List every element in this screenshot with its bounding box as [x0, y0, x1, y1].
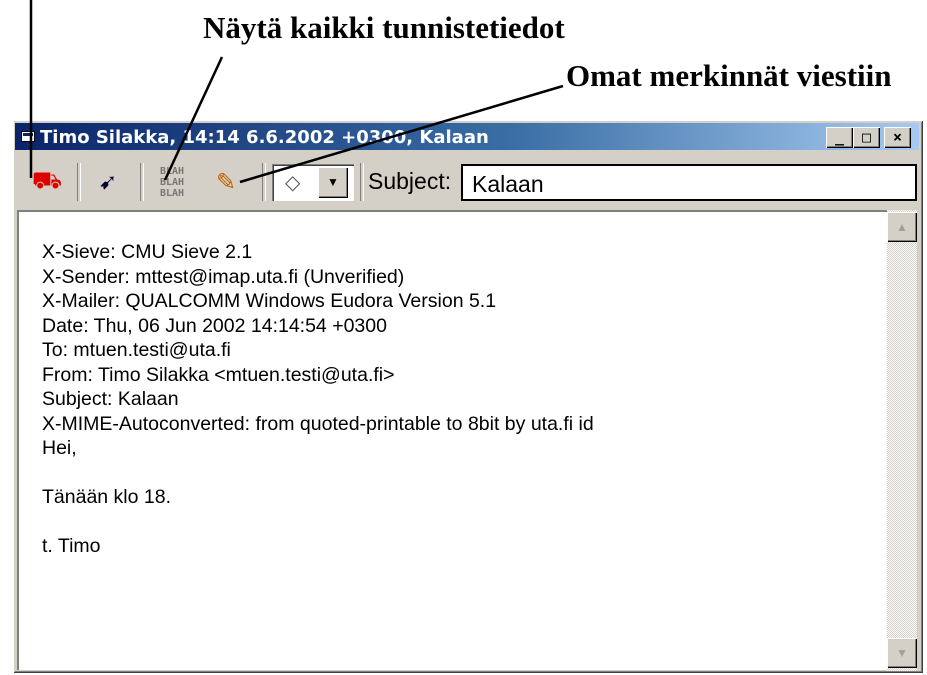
- header-line: From: Timo Silakka <mtuen.testi@uta.fi>: [42, 363, 395, 386]
- blah-icon-line: BLAH: [159, 187, 185, 199]
- header-line: X-Mailer: QUALCOMM Windows Eudora Versio…: [42, 290, 497, 312]
- truck-delete-icon: ⛟: [31, 167, 63, 194]
- body-line: Hei,: [42, 437, 77, 459]
- dropdown-arrow-button[interactable]: ▼: [318, 167, 348, 198]
- header-line: Subject: Kalaan: [42, 388, 179, 410]
- window-icon: [21, 131, 35, 142]
- body-line: t. Timo: [42, 535, 101, 557]
- header-line: X-Sieve: CMU Sieve 2.1: [42, 241, 253, 263]
- chevron-down-icon: ▼: [327, 175, 339, 189]
- scroll-down-button[interactable]: ▼: [887, 638, 917, 668]
- vertical-scrollbar[interactable]: [887, 210, 917, 671]
- delete-message-button[interactable]: ⛟: [26, 162, 68, 202]
- header-line: Date: Thu, 06 Jun 2002 14:14:54 +0300: [42, 314, 387, 337]
- minimize-button[interactable]: _: [826, 127, 853, 148]
- close-button[interactable]: ×: [884, 127, 911, 148]
- pencil-icon: ✎: [215, 168, 237, 196]
- transfer-button[interactable]: ➹: [87, 162, 129, 202]
- show-headers-button[interactable]: BLAH BLAH BLAH: [151, 162, 193, 202]
- body-line: Tänään klo 18.: [42, 486, 172, 508]
- message-text: X-Sieve: CMU Sieve 2.1 X-Sender: mttest@…: [42, 240, 594, 559]
- tag-icon: ➹: [98, 169, 118, 194]
- edit-message-button[interactable]: ✎: [205, 162, 247, 202]
- header-line: X-Sender: mttest@imap.uta.fi (Unverified…: [42, 265, 405, 288]
- label-dropdown-value: ◇: [285, 172, 301, 194]
- toolbar-separator: [262, 163, 266, 201]
- toolbar-separator: [140, 163, 144, 201]
- maximize-button[interactable]: □: [853, 127, 880, 148]
- annotation-own-notes: Omat merkinnät viestiin: [566, 58, 892, 93]
- header-line: X-MIME-Autoconverted: from quoted-printa…: [42, 412, 594, 435]
- blah-icon-line: BLAH: [159, 176, 185, 188]
- header-line: To: mtuen.testi@uta.fi: [42, 339, 231, 361]
- subject-input[interactable]: [461, 164, 917, 201]
- toolbar-separator: [77, 163, 81, 201]
- blah-icon-line: BLAH: [159, 165, 185, 177]
- scroll-up-button[interactable]: ▲: [887, 212, 917, 242]
- arrow-down-icon: ▼: [896, 646, 908, 660]
- window-title: Timo Silakka, 14:14 6.6.2002 +0300, Kala…: [40, 127, 489, 148]
- subject-label: Subject:: [368, 168, 452, 194]
- arrow-up-icon: ▲: [896, 220, 908, 234]
- annotation-show-all-headers: Näytä kaikki tunnistetiedot: [203, 10, 565, 45]
- toolbar-separator: [360, 163, 364, 201]
